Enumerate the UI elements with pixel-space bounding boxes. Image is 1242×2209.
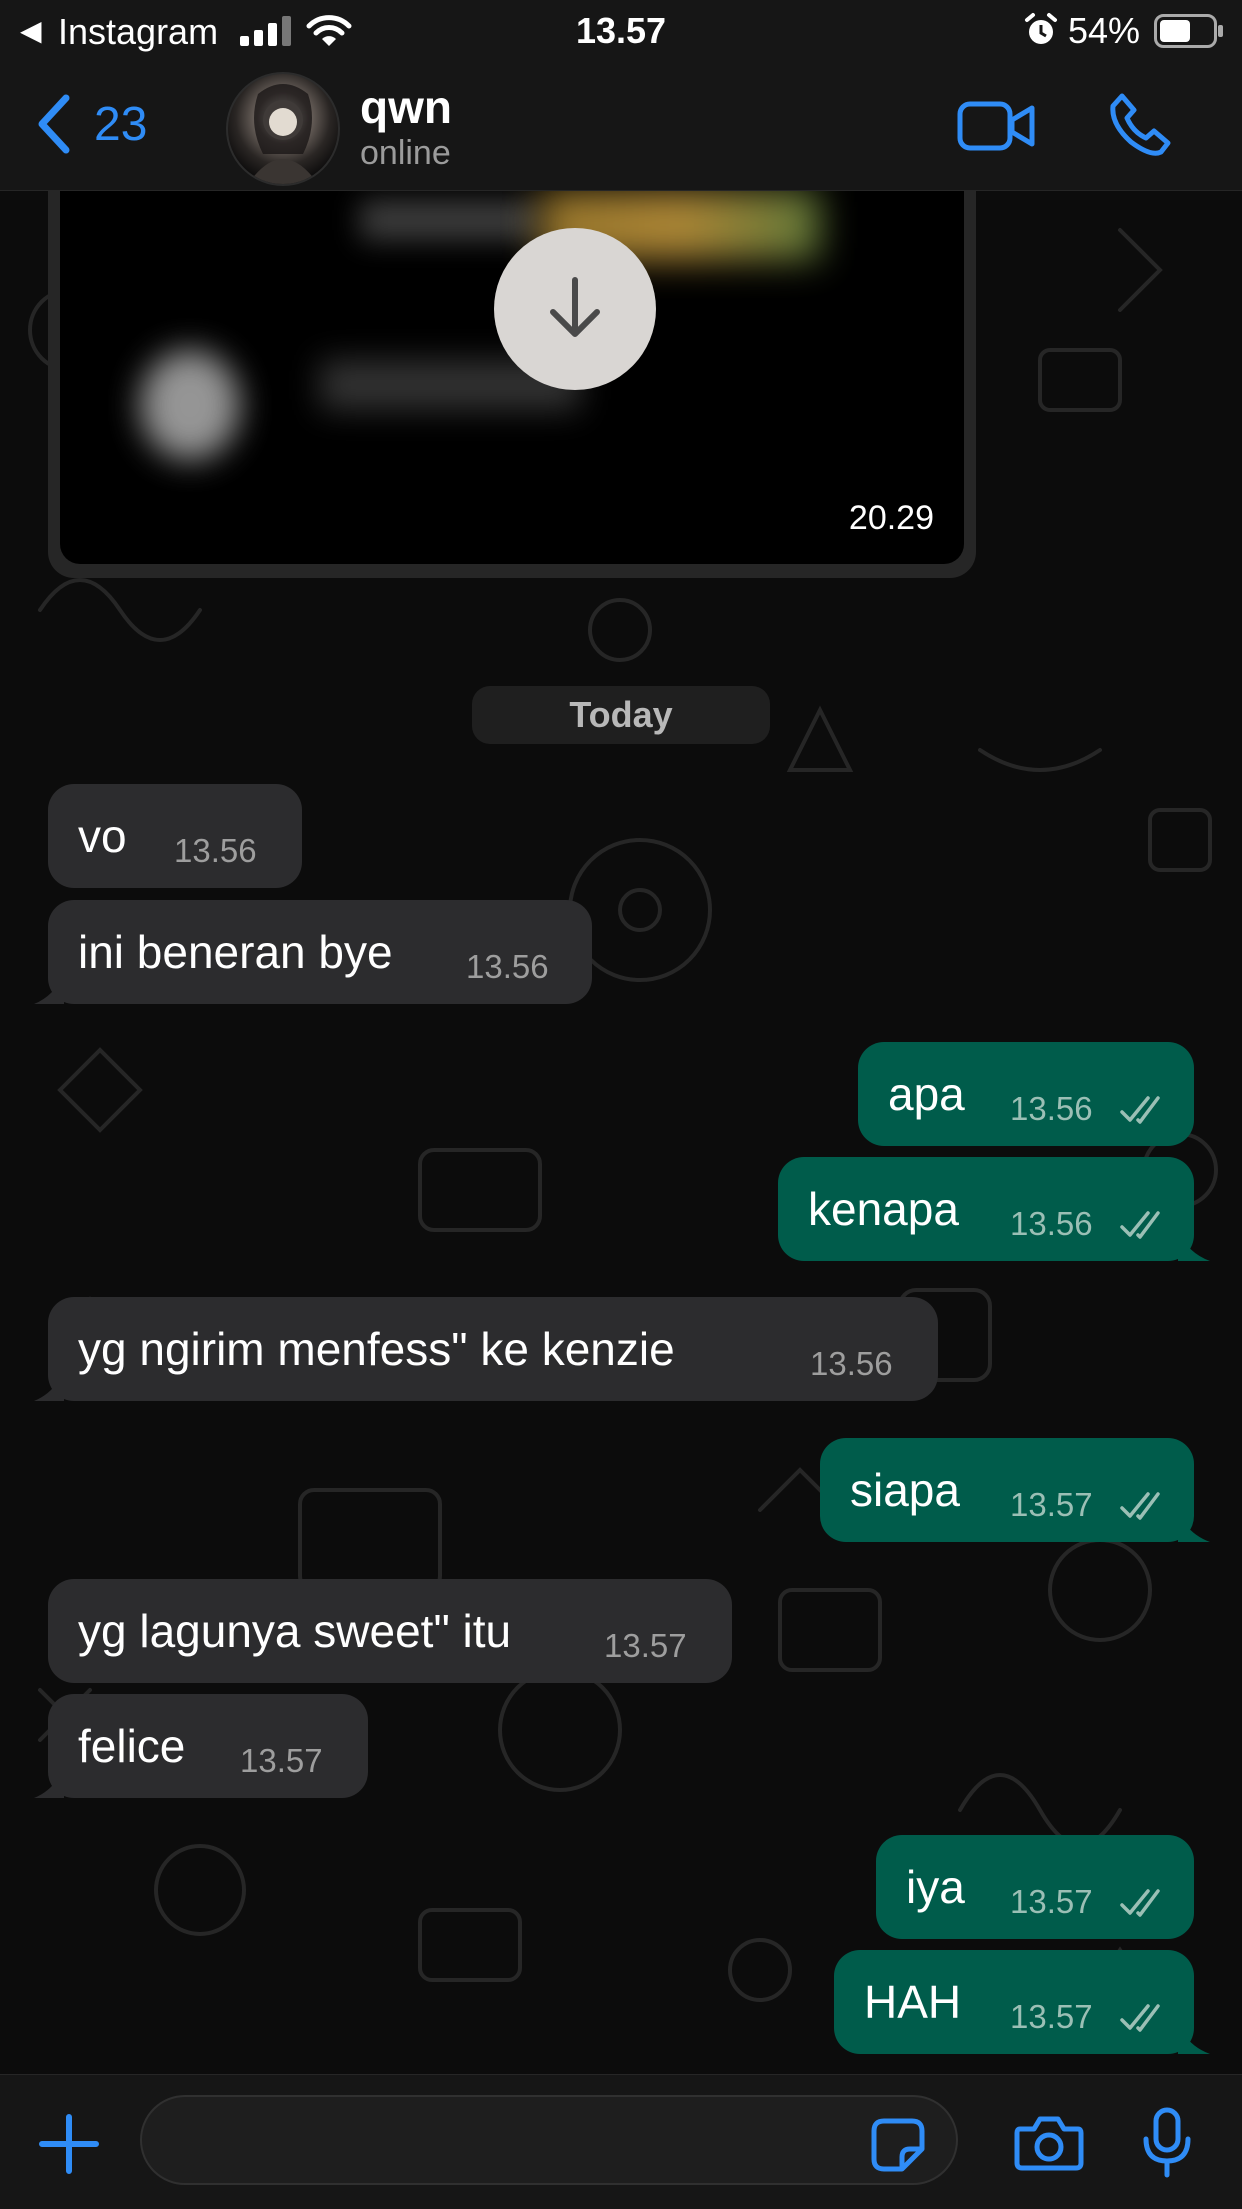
message-bubble-incoming[interactable]: felice 13.57 bbox=[34, 1694, 368, 1798]
contact-avatar[interactable] bbox=[226, 72, 340, 186]
contact-name[interactable]: qwn bbox=[360, 80, 452, 134]
message-input-bar bbox=[0, 2074, 1242, 2209]
message-text: apa bbox=[888, 1068, 965, 1120]
sticker-icon[interactable] bbox=[870, 2117, 926, 2173]
message-text: vo bbox=[78, 810, 127, 862]
message-text: kenapa bbox=[808, 1183, 959, 1235]
read-receipt-icon bbox=[1120, 1096, 1160, 1124]
message-time: 13.57 bbox=[1010, 1486, 1093, 1523]
chevron-left-icon bbox=[38, 94, 70, 154]
phone-call-icon[interactable] bbox=[1108, 92, 1172, 156]
message-time: 13.56 bbox=[466, 948, 549, 985]
message-text: iya bbox=[906, 1861, 965, 1913]
read-receipt-icon bbox=[1120, 1211, 1160, 1239]
bubble-tail bbox=[1178, 1231, 1210, 1261]
battery-icon bbox=[1154, 14, 1223, 48]
message-time: 13.57 bbox=[240, 1742, 323, 1779]
message-time: 13.56 bbox=[1010, 1205, 1093, 1242]
download-button[interactable] bbox=[494, 228, 656, 390]
message-text: ini beneran bye bbox=[78, 926, 393, 978]
status-bar: ◀ Instagram 13.57 54% bbox=[0, 0, 1242, 62]
message-text: yg ngirim menfess" ke kenzie bbox=[78, 1323, 675, 1375]
download-arrow-icon bbox=[550, 277, 600, 337]
read-receipt-icon bbox=[1120, 1492, 1160, 1520]
message-time: 13.57 bbox=[1010, 1998, 1093, 2035]
unread-count: 23 bbox=[94, 97, 148, 151]
microphone-icon[interactable] bbox=[1140, 2107, 1194, 2179]
message-time: 13.57 bbox=[604, 1627, 687, 1664]
message-time: 13.56 bbox=[810, 1345, 893, 1382]
blurred-image-preview[interactable]: 20.29 bbox=[60, 160, 964, 564]
message-time: 13.57 bbox=[1010, 1883, 1093, 1920]
message-bubble-outgoing[interactable]: HAH 13.57 bbox=[834, 1950, 1210, 2054]
message-text: yg lagunya sweet" itu bbox=[78, 1605, 512, 1657]
message-bubble-incoming[interactable]: vo 13.56 bbox=[48, 784, 302, 888]
read-receipt-icon bbox=[1120, 1889, 1160, 1917]
message-bubble-outgoing[interactable]: siapa 13.57 bbox=[820, 1438, 1210, 1542]
message-bubble-outgoing[interactable]: iya 13.57 bbox=[876, 1835, 1194, 1939]
bubble-tail bbox=[1178, 2024, 1210, 2054]
message-bubble-incoming[interactable]: ini beneran bye 13.56 bbox=[34, 900, 592, 1004]
contact-status: online bbox=[360, 134, 451, 172]
date-separator: Today bbox=[472, 686, 770, 744]
bubble-tail bbox=[1178, 1512, 1210, 1542]
bubble-tail bbox=[34, 1371, 64, 1401]
camera-icon[interactable] bbox=[1014, 2115, 1084, 2171]
bubble-tail bbox=[34, 974, 64, 1004]
read-receipt-icon bbox=[1120, 2004, 1160, 2032]
message-bubble-incoming[interactable]: yg lagunya sweet" itu 13.57 bbox=[48, 1579, 732, 1683]
chat-header: 23 qwn online bbox=[0, 62, 1242, 191]
message-bubble-outgoing[interactable]: kenapa 13.56 bbox=[778, 1157, 1210, 1261]
message-bubble-outgoing[interactable]: apa 13.56 bbox=[858, 1042, 1194, 1146]
plus-icon[interactable] bbox=[38, 2113, 100, 2175]
alarm-icon bbox=[1025, 13, 1057, 44]
message-time: 13.56 bbox=[174, 832, 257, 869]
media-timestamp: 20.29 bbox=[848, 499, 934, 537]
back-button[interactable]: 23 bbox=[36, 94, 147, 154]
video-call-icon[interactable] bbox=[957, 98, 1035, 154]
battery-percent: 54% bbox=[1068, 10, 1141, 51]
message-text: felice bbox=[78, 1720, 186, 1772]
message-text: HAH bbox=[864, 1976, 962, 2028]
message-bubble-incoming[interactable]: yg ngirim menfess" ke kenzie 13.56 bbox=[34, 1297, 938, 1401]
message-text: siapa bbox=[850, 1464, 960, 1516]
message-input[interactable] bbox=[140, 2095, 958, 2185]
bubble-tail bbox=[34, 1768, 64, 1798]
media-message[interactable]: 20.29 bbox=[48, 160, 976, 578]
message-time: 13.56 bbox=[1010, 1090, 1093, 1127]
